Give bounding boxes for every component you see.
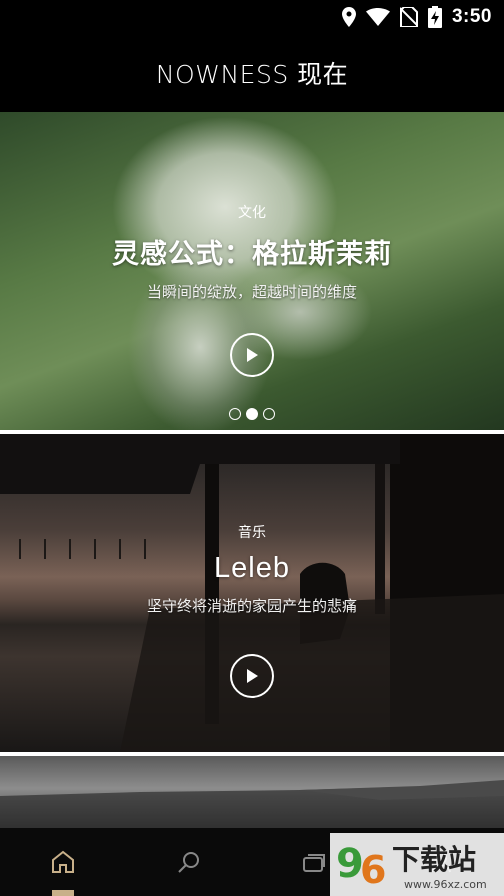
app-bar: NOWNESS 现在 bbox=[0, 34, 504, 112]
card-category: 文化 bbox=[238, 205, 266, 221]
carousel-indicator bbox=[0, 408, 504, 420]
feed-card[interactable] bbox=[0, 756, 504, 828]
location-icon bbox=[341, 7, 356, 27]
card-title: Leleb bbox=[214, 552, 290, 584]
play-button[interactable] bbox=[230, 333, 274, 377]
svg-text:6: 6 bbox=[360, 848, 386, 892]
wifi-icon bbox=[365, 8, 390, 26]
carousel-dot[interactable] bbox=[229, 408, 241, 420]
play-button[interactable] bbox=[230, 654, 274, 698]
card-subtitle: 坚守终将消逝的家园产生的悲痛 bbox=[146, 597, 357, 615]
status-icons: 3:50 bbox=[341, 5, 492, 29]
home-icon bbox=[52, 850, 74, 873]
feed-card-image bbox=[0, 756, 504, 828]
play-icon bbox=[247, 669, 258, 683]
collections-icon bbox=[303, 854, 325, 872]
feed-card-scene bbox=[0, 780, 504, 828]
status-bar: 3:50 bbox=[0, 0, 504, 34]
clock: 3:50 bbox=[451, 6, 492, 27]
featured-card[interactable]: 文化 灵感公式：格拉斯茉莉 当瞬间的绽放，超越时间的维度 bbox=[0, 112, 504, 430]
battery-charging-icon bbox=[427, 6, 442, 28]
card-subtitle: 当瞬间的绽放，超越时间的维度 bbox=[146, 283, 357, 301]
card-title: 灵感公式：格拉斯茉莉 bbox=[112, 239, 392, 270]
nav-home[interactable] bbox=[0, 828, 126, 896]
card-category: 音乐 bbox=[238, 525, 266, 541]
feed-card-text: 音乐 Leleb 坚守终将消逝的家园产生的悲痛 bbox=[0, 522, 504, 616]
search-icon bbox=[178, 852, 199, 873]
svg-text:www.96xz.com: www.96xz.com bbox=[404, 878, 487, 891]
carousel-dot-active[interactable] bbox=[246, 408, 258, 420]
svg-text:下载站: 下载站 bbox=[392, 843, 476, 876]
nav-search[interactable] bbox=[126, 828, 252, 896]
watermark-logo: 9 6 下载站 www.96xz.com bbox=[330, 833, 504, 896]
play-icon bbox=[247, 348, 258, 362]
carousel-dot[interactable] bbox=[263, 408, 275, 420]
app-title: NOWNESS 现在 bbox=[155, 60, 349, 89]
nav-active-indicator bbox=[52, 890, 74, 896]
no-sim-icon bbox=[399, 7, 418, 27]
feed-card[interactable]: 音乐 Leleb 坚守终将消逝的家园产生的悲痛 bbox=[0, 434, 504, 752]
featured-card-text: 文化 灵感公式：格拉斯茉莉 当瞬间的绽放，超越时间的维度 bbox=[0, 202, 504, 302]
